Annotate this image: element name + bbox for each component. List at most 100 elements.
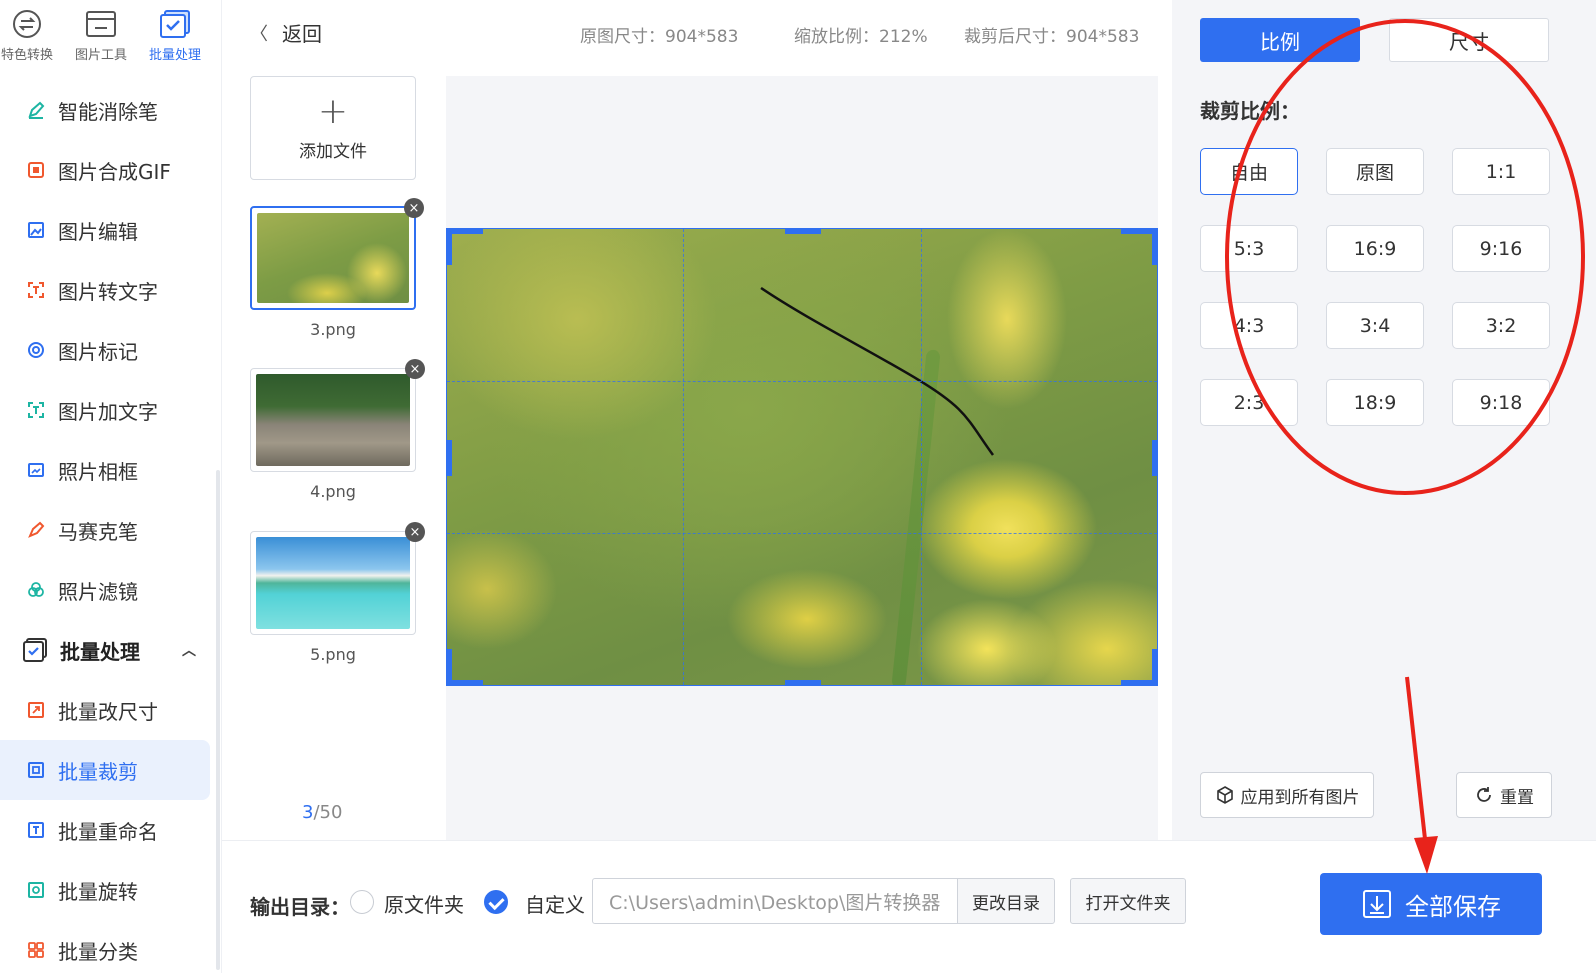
crop-handle-top[interactable] — [785, 229, 821, 234]
ratio-3-4-button[interactable]: 3:4 — [1326, 302, 1424, 349]
sidebar-item-image-edit[interactable]: 图片编辑 — [0, 200, 210, 260]
thumbnail-image — [256, 537, 410, 629]
remove-file-icon[interactable]: × — [404, 198, 424, 218]
radio-custom-folder[interactable] — [484, 890, 508, 914]
sidebar-item-mosaic[interactable]: 马赛克笔 — [0, 500, 210, 560]
crop-grid-line — [447, 381, 1157, 382]
ocr-icon — [26, 280, 46, 300]
radio-original-label: 原文件夹 — [384, 893, 464, 917]
sidebar-item-batch-classify[interactable]: 批量分类 — [0, 920, 210, 973]
crop-ratio-title: 裁剪比例： — [1200, 99, 1300, 123]
gif-icon — [26, 160, 46, 180]
crop-handle-bl[interactable] — [447, 680, 483, 685]
crop-canvas — [446, 76, 1158, 840]
ratio-free-button[interactable]: 自由 — [1200, 148, 1298, 195]
ratio-9-16-button[interactable]: 9:16 — [1452, 225, 1550, 272]
sidebar-item-label: 批量裁剪 — [58, 759, 138, 784]
crop-handle-tl[interactable] — [447, 229, 483, 234]
sidebar-item-ocr[interactable]: 图片转文字 — [0, 260, 210, 320]
chevron-left-icon: 〈 — [250, 23, 268, 45]
sidebar-item-label: 图片合成GIF — [58, 159, 171, 184]
counter-current: 3 — [302, 802, 314, 823]
tab-image-tools[interactable]: 图片工具 — [64, 0, 138, 76]
add-file-button[interactable]: + 添加文件 — [250, 76, 416, 180]
crop-handle-right[interactable] — [1152, 440, 1157, 476]
file-name: 3.png — [310, 320, 356, 339]
radio-original-folder[interactable] — [350, 890, 374, 914]
mark-icon — [26, 340, 46, 360]
crop-handle-bl[interactable] — [447, 649, 452, 685]
tab-size[interactable]: 尺寸 — [1389, 18, 1549, 62]
batch-icon — [158, 8, 192, 40]
sidebar-section-label: 批量处理 — [60, 639, 140, 664]
ratio-1-1-button[interactable]: 1:1 — [1452, 148, 1550, 195]
ratio-3-2-button[interactable]: 3:2 — [1452, 302, 1550, 349]
remove-file-icon[interactable]: × — [405, 522, 425, 542]
ratio-5-3-button[interactable]: 5:3 — [1200, 225, 1298, 272]
tab-ratio[interactable]: 比例 — [1200, 18, 1360, 62]
ratio-16-9-button[interactable]: 16:9 — [1326, 225, 1424, 272]
ratio-4-3-button[interactable]: 4:3 — [1200, 302, 1298, 349]
top-tabs: 特色转换 图片工具 批量处理 — [0, 0, 222, 76]
sidebar-item-batch-rename[interactable]: 批量重命名 — [0, 800, 210, 860]
cropped-size: 裁剪后尺寸：904*583 — [964, 27, 1140, 47]
output-path-field[interactable] — [592, 878, 958, 924]
ratio-original-button[interactable]: 原图 — [1326, 148, 1424, 195]
sidebar-item-filter[interactable]: 照片滤镜 — [0, 560, 210, 620]
sidebar-item-batch-resize[interactable]: 批量改尺寸 — [0, 680, 210, 740]
refresh-icon — [1474, 785, 1494, 805]
tab-label: 批量处理 — [148, 48, 201, 63]
file-thumb-3[interactable]: × — [250, 198, 424, 310]
crop-handle-bottom[interactable] — [785, 680, 821, 685]
remove-file-icon[interactable]: × — [405, 359, 425, 379]
tab-label: 图片工具 — [74, 48, 127, 63]
apply-all-button[interactable]: 应用到所有图片 — [1200, 772, 1374, 818]
file-name: 5.png — [310, 645, 356, 664]
sidebar-item-batch-rotate[interactable]: 批量旋转 — [0, 860, 210, 920]
cube-icon — [1215, 785, 1235, 805]
sidebar-item-mark[interactable]: 图片标记 — [0, 320, 210, 380]
file-thumb-5[interactable]: × — [250, 522, 425, 635]
ratio-9-18-button[interactable]: 9:18 — [1452, 379, 1550, 426]
tab-special-convert[interactable]: 特色转换 — [0, 0, 64, 76]
file-thumb-4[interactable]: × — [250, 359, 425, 472]
sidebar-section-batch[interactable]: 批量处理 ︿ — [0, 620, 210, 680]
apply-all-label: 应用到所有图片 — [1240, 787, 1360, 808]
add-file-label: 添加文件 — [299, 141, 367, 162]
crop-handle-br[interactable] — [1152, 649, 1157, 685]
open-folder-button[interactable]: 打开文件夹 — [1070, 878, 1186, 924]
sidebar: 特色转换 图片工具 批量处理 智能消除笔 图片合成GIF 图片编辑 图片转文字 … — [0, 0, 222, 973]
tab-batch[interactable]: 批量处理 — [138, 0, 212, 76]
sidebar-item-label: 照片滤镜 — [58, 579, 138, 604]
crop-grid-line — [683, 229, 684, 685]
sidebar-item-frame[interactable]: 照片相框 — [0, 440, 210, 500]
crop-handle-tr[interactable] — [1152, 229, 1157, 265]
crop-handle-left[interactable] — [447, 440, 452, 476]
tab-label: 特色转换 — [0, 48, 53, 63]
image-tool-icon — [84, 8, 118, 40]
sidebar-item-batch-crop[interactable]: 批量裁剪 — [0, 740, 210, 800]
convert-icon — [10, 8, 44, 40]
sidebar-item-label: 智能消除笔 — [58, 99, 158, 124]
ratio-18-9-button[interactable]: 18:9 — [1326, 379, 1424, 426]
crop-handle-tl[interactable] — [447, 229, 452, 265]
sidebar-item-add-text[interactable]: 图片加文字 — [0, 380, 210, 440]
ratio-2-3-button[interactable]: 2:3 — [1200, 379, 1298, 426]
settings-panel: 比例 尺寸 裁剪比例： 自由 原图 1:1 5:3 16:9 9:16 4:3 … — [1172, 0, 1596, 840]
radio-custom-label: 自定义 — [525, 893, 585, 917]
reset-button[interactable]: 重置 — [1456, 772, 1552, 818]
sidebar-item-label: 图片转文字 — [58, 279, 158, 304]
sidebar-item-gif[interactable]: 图片合成GIF — [0, 140, 210, 200]
sidebar-scrollbar[interactable] — [216, 470, 220, 970]
back-button[interactable]: 〈 返回 — [250, 18, 322, 47]
filter-icon — [26, 580, 46, 600]
change-dir-button[interactable]: 更改目录 — [957, 878, 1055, 924]
frame-icon — [26, 460, 46, 480]
preview-image[interactable] — [446, 228, 1158, 686]
file-name: 4.png — [310, 482, 356, 501]
save-all-button[interactable]: 全部保存 — [1320, 873, 1542, 935]
output-dir-label: 输出目录： — [250, 895, 350, 919]
image-edit-icon — [26, 220, 46, 240]
sidebar-item-eraser-pen[interactable]: 智能消除笔 — [0, 80, 210, 140]
page-counter: 3/50 — [302, 802, 342, 823]
